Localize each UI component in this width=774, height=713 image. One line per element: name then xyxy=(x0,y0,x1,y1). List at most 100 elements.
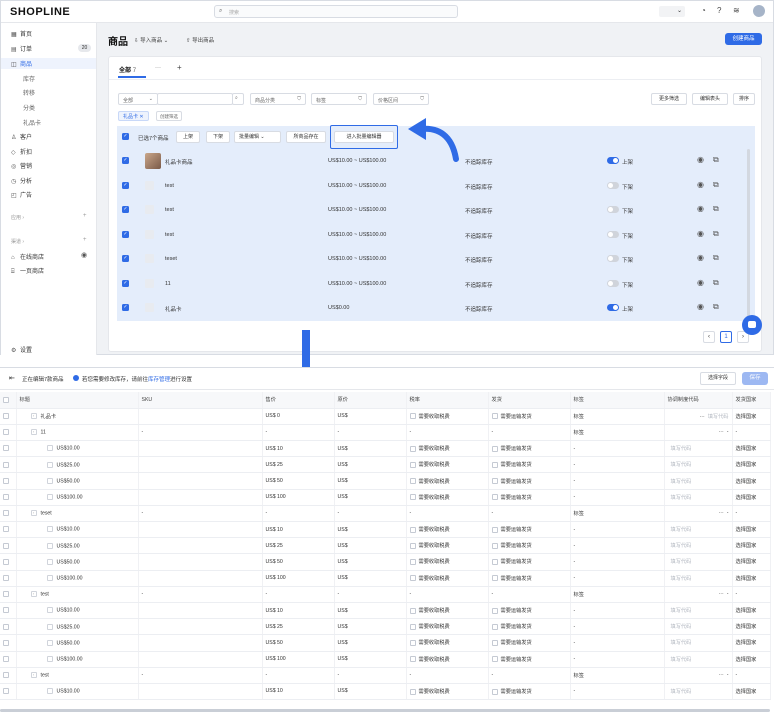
sidebar-item-one-page-store[interactable]: ⌸ 一页商店 xyxy=(11,266,44,276)
eye-icon[interactable]: ◉ xyxy=(697,229,704,238)
current-page[interactable]: 1 xyxy=(720,331,732,343)
hs-code-value[interactable]: 填写代码 xyxy=(671,657,692,663)
row-checkbox-cell[interactable] xyxy=(0,424,17,442)
tags-cell[interactable]: - xyxy=(570,570,665,587)
product-name[interactable]: teset xyxy=(165,256,177,262)
hs-code-value[interactable]: 填写代码 xyxy=(671,624,692,630)
country-cell[interactable]: 选择国家 xyxy=(732,553,771,571)
sidebar-item-categories[interactable]: 分类 xyxy=(23,103,35,112)
price-cell[interactable]: - xyxy=(262,586,335,603)
save-filter-button[interactable]: 创建筛选 xyxy=(156,111,182,121)
tax-checkbox[interactable] xyxy=(409,688,416,695)
sku-cell[interactable] xyxy=(138,602,263,620)
sidebar-item-products[interactable]: ◫ 商品 xyxy=(11,59,32,68)
product-row-checkbox[interactable]: ✓ xyxy=(122,181,129,189)
price-cell[interactable]: - xyxy=(262,667,335,684)
title-cell[interactable]: US$10.00 xyxy=(16,683,139,701)
tax-checkbox[interactable] xyxy=(409,607,416,614)
tax-checkbox[interactable] xyxy=(409,542,416,549)
horizontal-scrollbar[interactable] xyxy=(0,709,770,712)
tax-cell[interactable]: 需要收取税费 xyxy=(406,537,489,555)
inventory-management-link[interactable]: 库存管理 xyxy=(148,377,170,383)
header-checkbox-cell[interactable] xyxy=(0,392,17,409)
tax-cell[interactable]: 需要收取税费 xyxy=(406,602,489,620)
original-price-cell[interactable]: US$ xyxy=(334,408,407,425)
shipping-checkbox[interactable] xyxy=(491,575,498,582)
price-cell[interactable]: US$ 0 xyxy=(262,408,335,425)
row-checkbox[interactable] xyxy=(3,672,9,679)
filter-chip-giftcard[interactable]: 礼品卡 ✕ xyxy=(118,111,149,121)
more-cell[interactable]: 填写代码 xyxy=(664,440,733,458)
more-cell[interactable]: 填写代码 xyxy=(664,570,733,587)
table-row[interactable]: US$10.00 US$ 10 US$ 需要收取税费 需要运输发货 - 填写代码 选择国家 xyxy=(0,602,771,620)
country-cell[interactable]: - xyxy=(732,586,771,603)
title-cell[interactable]: › test xyxy=(16,586,139,603)
tax-cell[interactable]: - xyxy=(406,586,489,603)
tags-cell[interactable]: 标签 xyxy=(570,586,665,603)
table-row[interactable]: US$25.00 US$ 25 US$ 需要收取税费 需要运输发货 - 填写代码 选择国家 xyxy=(0,618,771,636)
tax-checkbox[interactable] xyxy=(409,526,416,533)
country-cell[interactable]: - xyxy=(732,667,771,684)
status-toggle[interactable] xyxy=(607,255,619,262)
sidebar-item-transfer[interactable]: 转移 xyxy=(23,88,35,97)
country-cell[interactable]: 选择国家 xyxy=(732,651,771,668)
row-checkbox-cell[interactable] xyxy=(0,553,17,571)
sku-cell[interactable]: - xyxy=(138,424,263,442)
original-price-cell[interactable]: US$ xyxy=(334,651,407,668)
product-name[interactable]: 11 xyxy=(165,281,171,287)
row-checkbox[interactable] xyxy=(3,655,9,662)
product-row-checkbox[interactable]: ✓ xyxy=(122,304,129,311)
original-price-cell[interactable]: - xyxy=(334,505,407,523)
row-checkbox-cell[interactable] xyxy=(0,489,17,506)
row-checkbox[interactable] xyxy=(3,623,9,630)
original-price-cell[interactable]: US$ xyxy=(334,570,407,587)
price-cell[interactable]: US$ 10 xyxy=(262,683,335,701)
sku-cell[interactable] xyxy=(138,651,263,668)
export-products-link[interactable]: ⇧ 导出商品 xyxy=(186,36,214,44)
import-products-link[interactable]: ⇩ 导入商品 ⌄ xyxy=(134,36,168,44)
product-name[interactable]: 礼品卡 xyxy=(165,305,182,313)
eye-icon[interactable]: ◉ xyxy=(81,251,87,259)
product-row[interactable]: ✓ test US$10.00 ~ US$100.00 不追踪库存 下架 ◉ ⧉ xyxy=(117,198,745,222)
select-fields-button[interactable]: 选择字段 xyxy=(700,372,736,385)
country-cell[interactable]: - xyxy=(732,505,771,523)
tags-cell[interactable]: - xyxy=(570,553,665,571)
expand-icon[interactable]: › xyxy=(30,591,37,598)
table-row[interactable]: US$10.00 US$ 10 US$ 需要收取税费 需要运输发货 - 填写代码 选择国家 xyxy=(0,440,771,458)
tax-cell[interactable]: 需要收取税费 xyxy=(406,521,489,539)
tags-cell[interactable]: - xyxy=(570,634,665,652)
sku-cell[interactable]: - xyxy=(138,505,263,523)
add-app-icon[interactable]: + xyxy=(83,213,87,219)
product-row[interactable]: ✓ test US$10.00 ~ US$100.00 不追踪库存 下架 ◉ ⧉ xyxy=(117,223,745,247)
shipping-cell[interactable]: 需要运输发货 xyxy=(488,683,571,701)
row-checkbox[interactable] xyxy=(3,639,9,646)
sku-cell[interactable] xyxy=(138,408,263,425)
copy-icon[interactable]: ⧉ xyxy=(713,180,719,190)
tags-cell[interactable]: - xyxy=(570,618,665,636)
product-row-checkbox[interactable]: ✓ xyxy=(122,279,129,287)
more-cell[interactable]: 填写代码 xyxy=(664,602,733,620)
move-collection-button[interactable]: 所商品存在 xyxy=(286,131,326,143)
copy-icon[interactable]: ⧉ xyxy=(713,204,719,214)
chat-support-icon[interactable] xyxy=(742,315,762,335)
sku-cell[interactable] xyxy=(138,472,263,490)
row-checkbox-cell[interactable] xyxy=(0,602,17,620)
original-price-cell[interactable]: - xyxy=(334,667,407,684)
table-row[interactable]: US$50.00 US$ 50 US$ 需要收取税费 需要运输发货 - 填写代码 选择国家 xyxy=(0,553,771,571)
status-toggle[interactable] xyxy=(607,230,619,238)
tax-checkbox[interactable] xyxy=(409,575,416,582)
row-checkbox[interactable] xyxy=(3,477,9,484)
row-checkbox-cell[interactable] xyxy=(0,440,17,458)
sku-cell[interactable] xyxy=(138,521,263,539)
sidebar-item-orders[interactable]: ▤ 订单 xyxy=(11,44,32,53)
tax-checkbox[interactable] xyxy=(409,478,416,485)
copy-icon[interactable]: ⧉ xyxy=(713,253,719,263)
hs-code-value[interactable]: 填写代码 xyxy=(671,576,692,582)
tags-cell[interactable]: - xyxy=(570,472,665,490)
tax-cell[interactable]: 需要收取税费 xyxy=(406,472,489,490)
title-cell[interactable]: US$25.00 xyxy=(16,537,139,555)
hs-code-value[interactable]: 填写代码 xyxy=(671,640,692,646)
more-cell[interactable]: 填写代码 xyxy=(664,553,733,571)
avatar[interactable] xyxy=(753,5,765,17)
shipping-cell[interactable]: 需要运输发货 xyxy=(488,440,571,458)
